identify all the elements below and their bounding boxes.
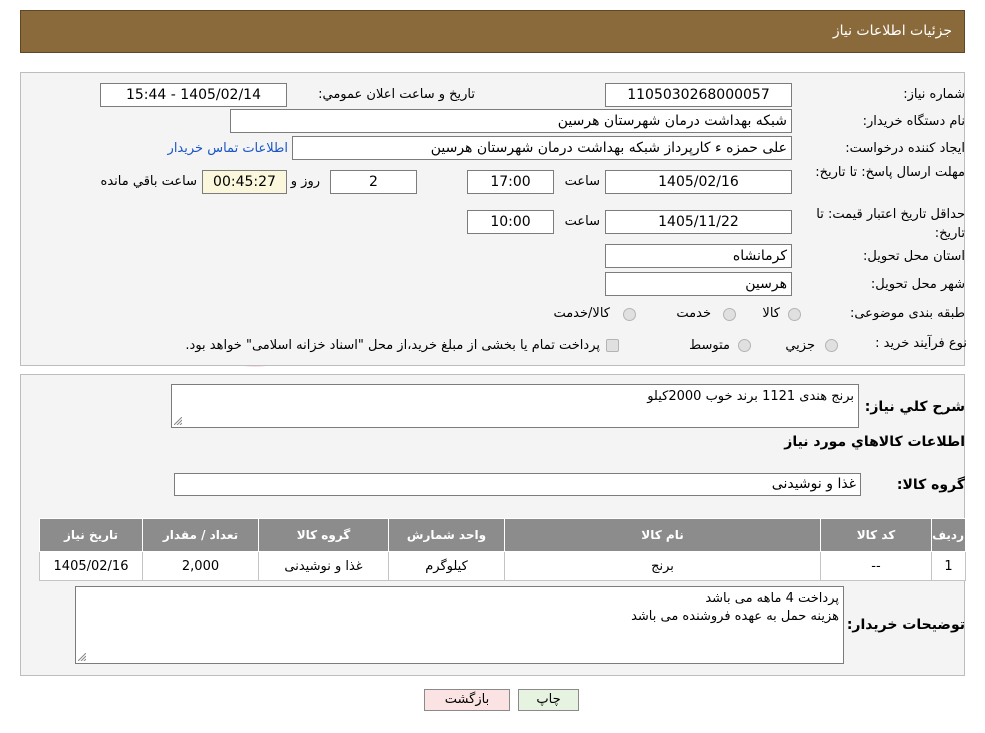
- process-medium-label: متوسط: [689, 338, 730, 353]
- buyer-label: نام دستگاه خريدار:: [862, 114, 965, 129]
- cell-group: غذا و نوشیدنی: [258, 551, 389, 581]
- category-goods-service-label: كالا/خدمت: [553, 306, 610, 321]
- resize-grip-icon[interactable]: [174, 417, 182, 425]
- description-label: شرح کلي نياز:: [864, 399, 965, 415]
- need-number-field[interactable]: 1105030268000057: [605, 83, 792, 107]
- cell-item-code: --: [820, 551, 932, 581]
- deadline-label: مهلت ارسال پاسخ: تا تاریخ:: [815, 165, 965, 180]
- deadline-date-field[interactable]: 1405/02/16: [605, 170, 792, 194]
- days-field[interactable]: 2: [330, 170, 417, 194]
- resize-grip-icon[interactable]: [78, 653, 86, 661]
- process-medium-radio[interactable]: [738, 339, 751, 352]
- buyer-notes-line-1: پرداخت 4 ماهه می باشد: [705, 591, 839, 606]
- remaining-time-field: 00:45:27: [202, 170, 287, 194]
- creator-label: ايجاد کننده درخواست:: [845, 141, 965, 156]
- category-service-label: خدمت: [676, 306, 711, 321]
- process-type-label: نوع فرآيند خريد :: [875, 336, 967, 351]
- treasury-payment-note: پرداخت تمام يا بخشی از مبلغ خريد،از محل …: [185, 338, 600, 353]
- deadline-time-label: ساعت: [564, 174, 600, 189]
- goods-info-heading: اطلاعات کالاهاي مورد نياز: [784, 434, 965, 450]
- validity-date-field[interactable]: 1405/11/22: [605, 210, 792, 234]
- col-item-code: کد کالا: [820, 518, 932, 552]
- city-label: شهر محل تحويل:: [870, 277, 965, 292]
- col-need-date: تاريخ نياز: [39, 518, 143, 552]
- province-field[interactable]: کرمانشاه: [605, 244, 792, 268]
- goods-group-field[interactable]: غذا و نوشیدنی: [174, 473, 861, 496]
- buyer-field[interactable]: شبکه بهداشت درمان شهرستان هرسین: [230, 109, 792, 133]
- buyer-contact-link[interactable]: اطلاعات تماس خريدار: [168, 141, 288, 156]
- page-title: جزئیات اطلاعات نیاز: [832, 23, 952, 39]
- cell-unit: کیلوگرم: [388, 551, 505, 581]
- process-small-radio[interactable]: [825, 339, 838, 352]
- announce-datetime-field[interactable]: 1405/02/14 - 15:44: [100, 83, 287, 107]
- province-label: استان محل تحويل:: [863, 249, 965, 264]
- goods-table: رديف کد کالا نام کالا واحد شمارش گروه کا…: [39, 518, 966, 581]
- category-goods-label: كالا: [762, 306, 780, 321]
- category-service-radio[interactable]: [723, 308, 736, 321]
- creator-field[interactable]: علی حمزه ء کارپرداز شبکه بهداشت درمان شه…: [292, 136, 792, 160]
- goods-table-header: رديف کد کالا نام کالا واحد شمارش گروه کا…: [39, 518, 966, 552]
- validity-time-field[interactable]: 10:00: [467, 210, 554, 234]
- goods-group-label: گروه کالا:: [896, 477, 965, 493]
- category-label: طبقه بندی موضوعی:: [849, 306, 965, 321]
- cell-row-number: 1: [931, 551, 966, 581]
- col-group: گروه کالا: [258, 518, 389, 552]
- validity-time-label: ساعت: [564, 214, 600, 229]
- remaining-time-label: ساعت باقي مانده: [100, 174, 197, 189]
- deadline-time-field[interactable]: 17:00: [467, 170, 554, 194]
- validity-label: حداقل تاريخ اعتبار قيمت: تا تاریخ:: [816, 207, 965, 241]
- col-quantity: تعداد / مقدار: [142, 518, 259, 552]
- page-header: جزئیات اطلاعات نیاز: [20, 10, 965, 53]
- category-goods-service-radio[interactable]: [623, 308, 636, 321]
- col-unit: واحد شمارش: [388, 518, 505, 552]
- col-item-name: نام کالا: [504, 518, 821, 552]
- back-button[interactable]: بازگشت: [424, 689, 510, 711]
- cell-item-name: برنج: [504, 551, 821, 581]
- print-button[interactable]: چاپ: [518, 689, 579, 711]
- buyer-notes-label: توضيحات خريدار:: [846, 617, 965, 633]
- days-label: روز و: [290, 174, 320, 189]
- process-small-label: جزيي: [785, 338, 815, 353]
- buyer-notes-textarea[interactable]: پرداخت 4 ماهه می باشد هزینه حمل به عهده …: [75, 586, 844, 664]
- description-textarea[interactable]: برنج هندی 1121 برند خوب 2000کیلو: [171, 384, 859, 428]
- col-row-number: رديف: [931, 518, 966, 552]
- treasury-payment-checkbox[interactable]: [606, 339, 619, 352]
- cell-quantity: 2,000: [142, 551, 259, 581]
- table-row: 1 -- برنج کیلوگرم غذا و نوشیدنی 2,000 14…: [39, 551, 966, 581]
- announce-datetime-label: تاريخ و ساعت اعلان عمومي:: [318, 87, 475, 102]
- description-text: برنج هندی 1121 برند خوب 2000کیلو: [647, 389, 854, 404]
- need-number-label: شماره نیاز:: [903, 87, 965, 102]
- cell-need-date: 1405/02/16: [39, 551, 143, 581]
- category-goods-radio[interactable]: [788, 308, 801, 321]
- buyer-notes-line-2: هزینه حمل به عهده فروشنده می باشد: [631, 609, 839, 624]
- city-field[interactable]: هرسین: [605, 272, 792, 296]
